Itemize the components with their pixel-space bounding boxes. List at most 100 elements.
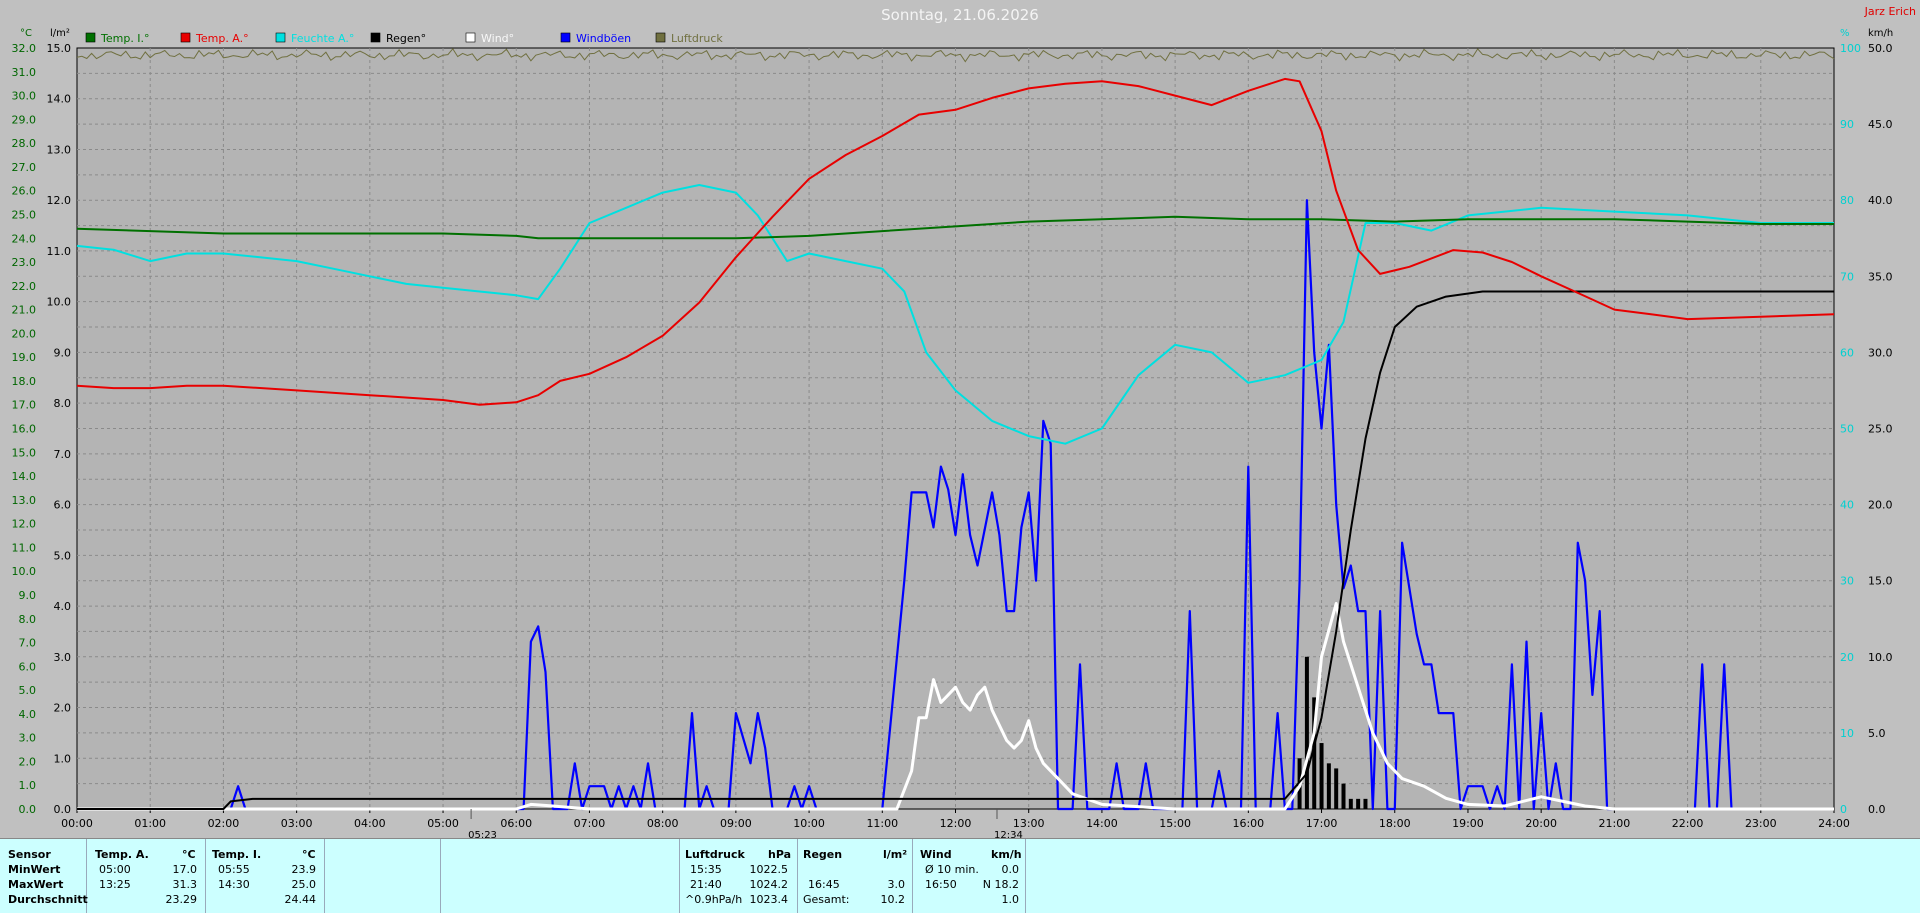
temp-tick-label: 11.0 [12, 541, 37, 554]
stats-rain-title: Regen [803, 848, 843, 861]
stats-temp-a-max-time: 13:25 [99, 878, 131, 891]
stats-temp-a-unit: °C [182, 848, 196, 861]
time-tick-label: 03:00 [281, 817, 313, 830]
rain-tick-label: 13.0 [47, 143, 72, 156]
stats-wind-unit: km/h [991, 848, 1022, 861]
stats-sensor-title: Sensor [8, 848, 51, 861]
rain-tick-label: 4.0 [54, 600, 72, 613]
rain-bar [1326, 763, 1331, 809]
time-tick-label: 01:00 [134, 817, 166, 830]
rain-tick-label: 2.0 [54, 702, 72, 715]
temp-tick-label: 23.0 [12, 256, 37, 269]
wind-tick-label: 5.0 [1868, 727, 1886, 740]
wind-tick-label: 35.0 [1868, 270, 1893, 283]
time-tick-label: 23:00 [1745, 817, 1777, 830]
legend-label: Wind° [481, 32, 514, 45]
stats-temp-i-min-time: 05:55 [218, 863, 250, 876]
stats-wind-title: Wind [920, 848, 952, 861]
rain-bar [1319, 743, 1324, 809]
stats-rain-total-label: Gesamt: [803, 893, 850, 906]
temp-tick-label: 26.0 [12, 185, 37, 198]
stats-sensor-section: Sensor MinWert MaxWert Durchschnitt [0, 839, 88, 913]
legend-label: Luftdruck [671, 32, 723, 45]
stats-rain-total: 10.2 [880, 893, 906, 906]
legend-label: Windböen [576, 32, 631, 45]
stats-pressure-max: 1024.2 [749, 878, 789, 891]
rain-tick-label: 12.0 [47, 194, 72, 207]
stats-pressure-min-time: 15:35 [690, 863, 722, 876]
stats-pressure-min: 1022.5 [749, 863, 789, 876]
humidity-tick-label: 10 [1840, 727, 1854, 740]
wind-tick-label: 0.0 [1868, 803, 1886, 816]
legend-label: Feuchte A.° [291, 32, 354, 45]
time-tick-label: 08:00 [647, 817, 679, 830]
wind-tick-label: 25.0 [1868, 423, 1893, 436]
stats-row-min: MinWert [8, 863, 61, 876]
temp-tick-label: 5.0 [19, 684, 37, 697]
stats-rain-section: Regen l/m² 16:45 3.0 Gesamt: 10.2 [798, 839, 913, 913]
temp-tick-label: 15.0 [12, 446, 37, 459]
time-tick-label: 14:00 [1086, 817, 1118, 830]
legend-swatch [275, 32, 286, 43]
stats-temp-i-unit: °C [302, 848, 316, 861]
stats-temp-a-avg: 23.29 [165, 893, 198, 906]
humidity-axis-unit: % [1840, 28, 1850, 39]
temp-tick-label: 21.0 [12, 304, 37, 317]
wind-tick-label: 20.0 [1868, 499, 1893, 512]
temp-tick-label: 1.0 [19, 779, 37, 792]
stats-pressure-avg: 1023.4 [749, 893, 789, 906]
rain-bar [1304, 656, 1309, 809]
humidity-tick-label: 90 [1840, 118, 1854, 131]
chart-grid [76, 47, 1835, 810]
temp-tick-label: 27.0 [12, 161, 37, 174]
stats-empty-section-2 [441, 839, 680, 913]
rain-bar [1334, 768, 1339, 809]
rain-axis-unit: l/m² [50, 28, 70, 39]
stats-temp-i-avg: 24.44 [284, 893, 317, 906]
humidity-tick-label: 100 [1840, 42, 1861, 55]
rain-tick-label: 5.0 [54, 549, 72, 562]
stats-rain-max-time: 16:45 [808, 878, 840, 891]
stats-rain-unit: l/m² [883, 848, 908, 861]
temp-axis-unit: °C [20, 28, 32, 39]
statistics-panel: Sensor MinWert MaxWert Durchschnitt Temp… [0, 838, 1920, 913]
time-tick-label: 12:00 [940, 817, 972, 830]
time-tick-label: 10:00 [793, 817, 825, 830]
temp-tick-label: 17.0 [12, 399, 37, 412]
rain-tick-label: 14.0 [47, 93, 72, 106]
stats-pressure-unit: hPa [768, 848, 792, 861]
temp-tick-label: 0.0 [19, 803, 37, 816]
time-tick-label: 24:00 [1818, 817, 1850, 830]
legend-label: Temp. A.° [195, 32, 249, 45]
chart-date-title: Sonntag, 21.06.2026 [881, 6, 1039, 24]
author-label: Jarz Erich [1864, 5, 1916, 18]
rain-tick-label: 1.0 [54, 752, 72, 765]
stats-temp-i-title: Temp. I. [212, 848, 262, 861]
rain-tick-label: 11.0 [47, 245, 72, 258]
temp-tick-label: 20.0 [12, 327, 37, 340]
temp-tick-label: 18.0 [12, 375, 37, 388]
humidity-tick-label: 50 [1840, 423, 1854, 436]
temp-tick-label: 13.0 [12, 494, 37, 507]
time-tick-label: 06:00 [500, 817, 532, 830]
humidity-tick-label: 70 [1840, 270, 1854, 283]
stats-temp-i-min: 23.9 [291, 863, 317, 876]
temp-tick-label: 32.0 [12, 42, 37, 55]
rain-tick-label: 6.0 [54, 499, 72, 512]
legend-swatch [180, 32, 191, 43]
temp-tick-label: 8.0 [19, 613, 37, 626]
stats-wind-row2-value: N 18.2 [982, 878, 1019, 891]
temp-tick-label: 28.0 [12, 137, 37, 150]
time-tick-label: 22:00 [1672, 817, 1704, 830]
legend-swatch [370, 32, 381, 43]
temp-tick-label: 24.0 [12, 232, 37, 245]
time-tick-label: 05:00 [427, 817, 459, 830]
stats-temp-a-max: 31.3 [172, 878, 198, 891]
stats-wind-section: Wind km/h Ø 10 min. 0.0 16:50 N 18.2 1.0 [913, 839, 1026, 913]
time-tick-label: 19:00 [1452, 817, 1484, 830]
time-tick-label: 02:00 [208, 817, 240, 830]
stats-temp-i-max-time: 14:30 [218, 878, 250, 891]
time-tick-label: 18:00 [1379, 817, 1411, 830]
legend-swatch [655, 32, 666, 43]
time-tick-label: 13:00 [1013, 817, 1045, 830]
